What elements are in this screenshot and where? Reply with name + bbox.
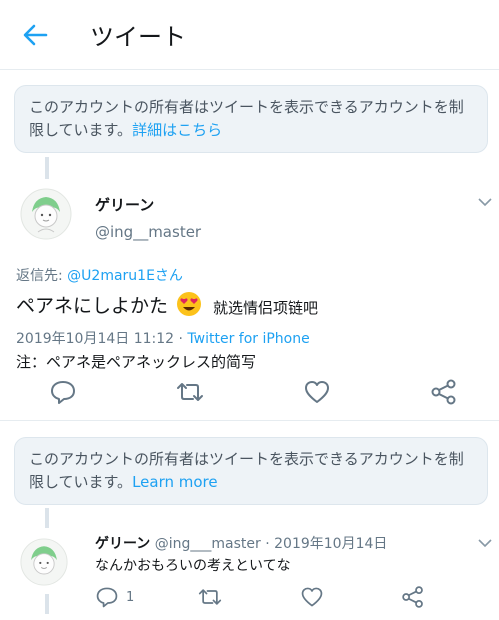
heart-eyes-emoji — [177, 292, 202, 316]
page-title: ツイート — [90, 23, 186, 51]
share-icon[interactable] — [401, 585, 425, 609]
share-icon[interactable] — [430, 378, 458, 406]
avatar[interactable] — [20, 188, 72, 240]
author-name[interactable]: ゲリーン — [95, 194, 154, 215]
retweet-icon[interactable] — [198, 585, 222, 609]
avatar[interactable] — [20, 538, 68, 586]
reply-icon[interactable] — [95, 585, 119, 609]
chevron-down-icon[interactable] — [477, 537, 493, 549]
tweet-action-bar — [0, 372, 499, 412]
divider — [0, 420, 499, 421]
back-arrow-icon[interactable] — [20, 20, 50, 50]
tweet-timestamp: 2019年10月14日 11:12 · Twitter for iPhone — [16, 331, 310, 347]
retweet-icon[interactable] — [176, 378, 204, 406]
reply-to-link[interactable]: @U2maru1Eさん — [67, 268, 183, 284]
author-name[interactable]: ゲリーン — [95, 536, 150, 552]
notice-text: このアカウントの所有者はツイートを表示できるアカウントを制限しています。 — [29, 450, 464, 491]
reply-tweet-text: なんかおもろいの考えといてな — [95, 558, 291, 574]
reply-meta: @ing___master · 2019年10月14日 — [150, 536, 388, 552]
tweet-text: ペアネにしよかた — [16, 291, 202, 318]
notice-text: このアカウントの所有者はツイートを表示できるアカウントを制限しています。 — [29, 98, 464, 139]
thread-connector — [45, 508, 49, 528]
author-handle[interactable]: @ing__master — [95, 223, 201, 241]
learn-more-link[interactable]: Learn more — [132, 473, 218, 491]
chinese-note: 注：ペアネ是ペアネックレス的简写 — [16, 353, 257, 371]
top-bar: ツイート — [0, 0, 499, 70]
reply-count: 1 — [126, 590, 135, 605]
protected-account-notice: このアカウントの所有者はツイートを表示できるアカウントを制限しています。詳細はこ… — [14, 85, 488, 153]
protected-account-notice-2: このアカウントの所有者はツイートを表示できるアカウントを制限しています。Lear… — [14, 437, 488, 505]
reply-action-bar: 1 — [0, 580, 499, 620]
chevron-down-icon[interactable] — [477, 196, 493, 208]
like-icon[interactable] — [300, 585, 324, 609]
learn-more-link[interactable]: 詳細はこちら — [132, 121, 222, 139]
source-link[interactable]: Twitter for iPhone — [187, 331, 309, 347]
reply-icon[interactable] — [49, 378, 77, 406]
chinese-annotation: 就选情侣项链吧 — [213, 299, 319, 317]
reply-tweet-header: ゲリーン @ing___master · 2019年10月14日 — [95, 533, 387, 553]
thread-connector — [45, 157, 49, 179]
like-icon[interactable] — [303, 378, 331, 406]
reply-context: 返信先: @U2maru1Eさん — [16, 268, 183, 284]
